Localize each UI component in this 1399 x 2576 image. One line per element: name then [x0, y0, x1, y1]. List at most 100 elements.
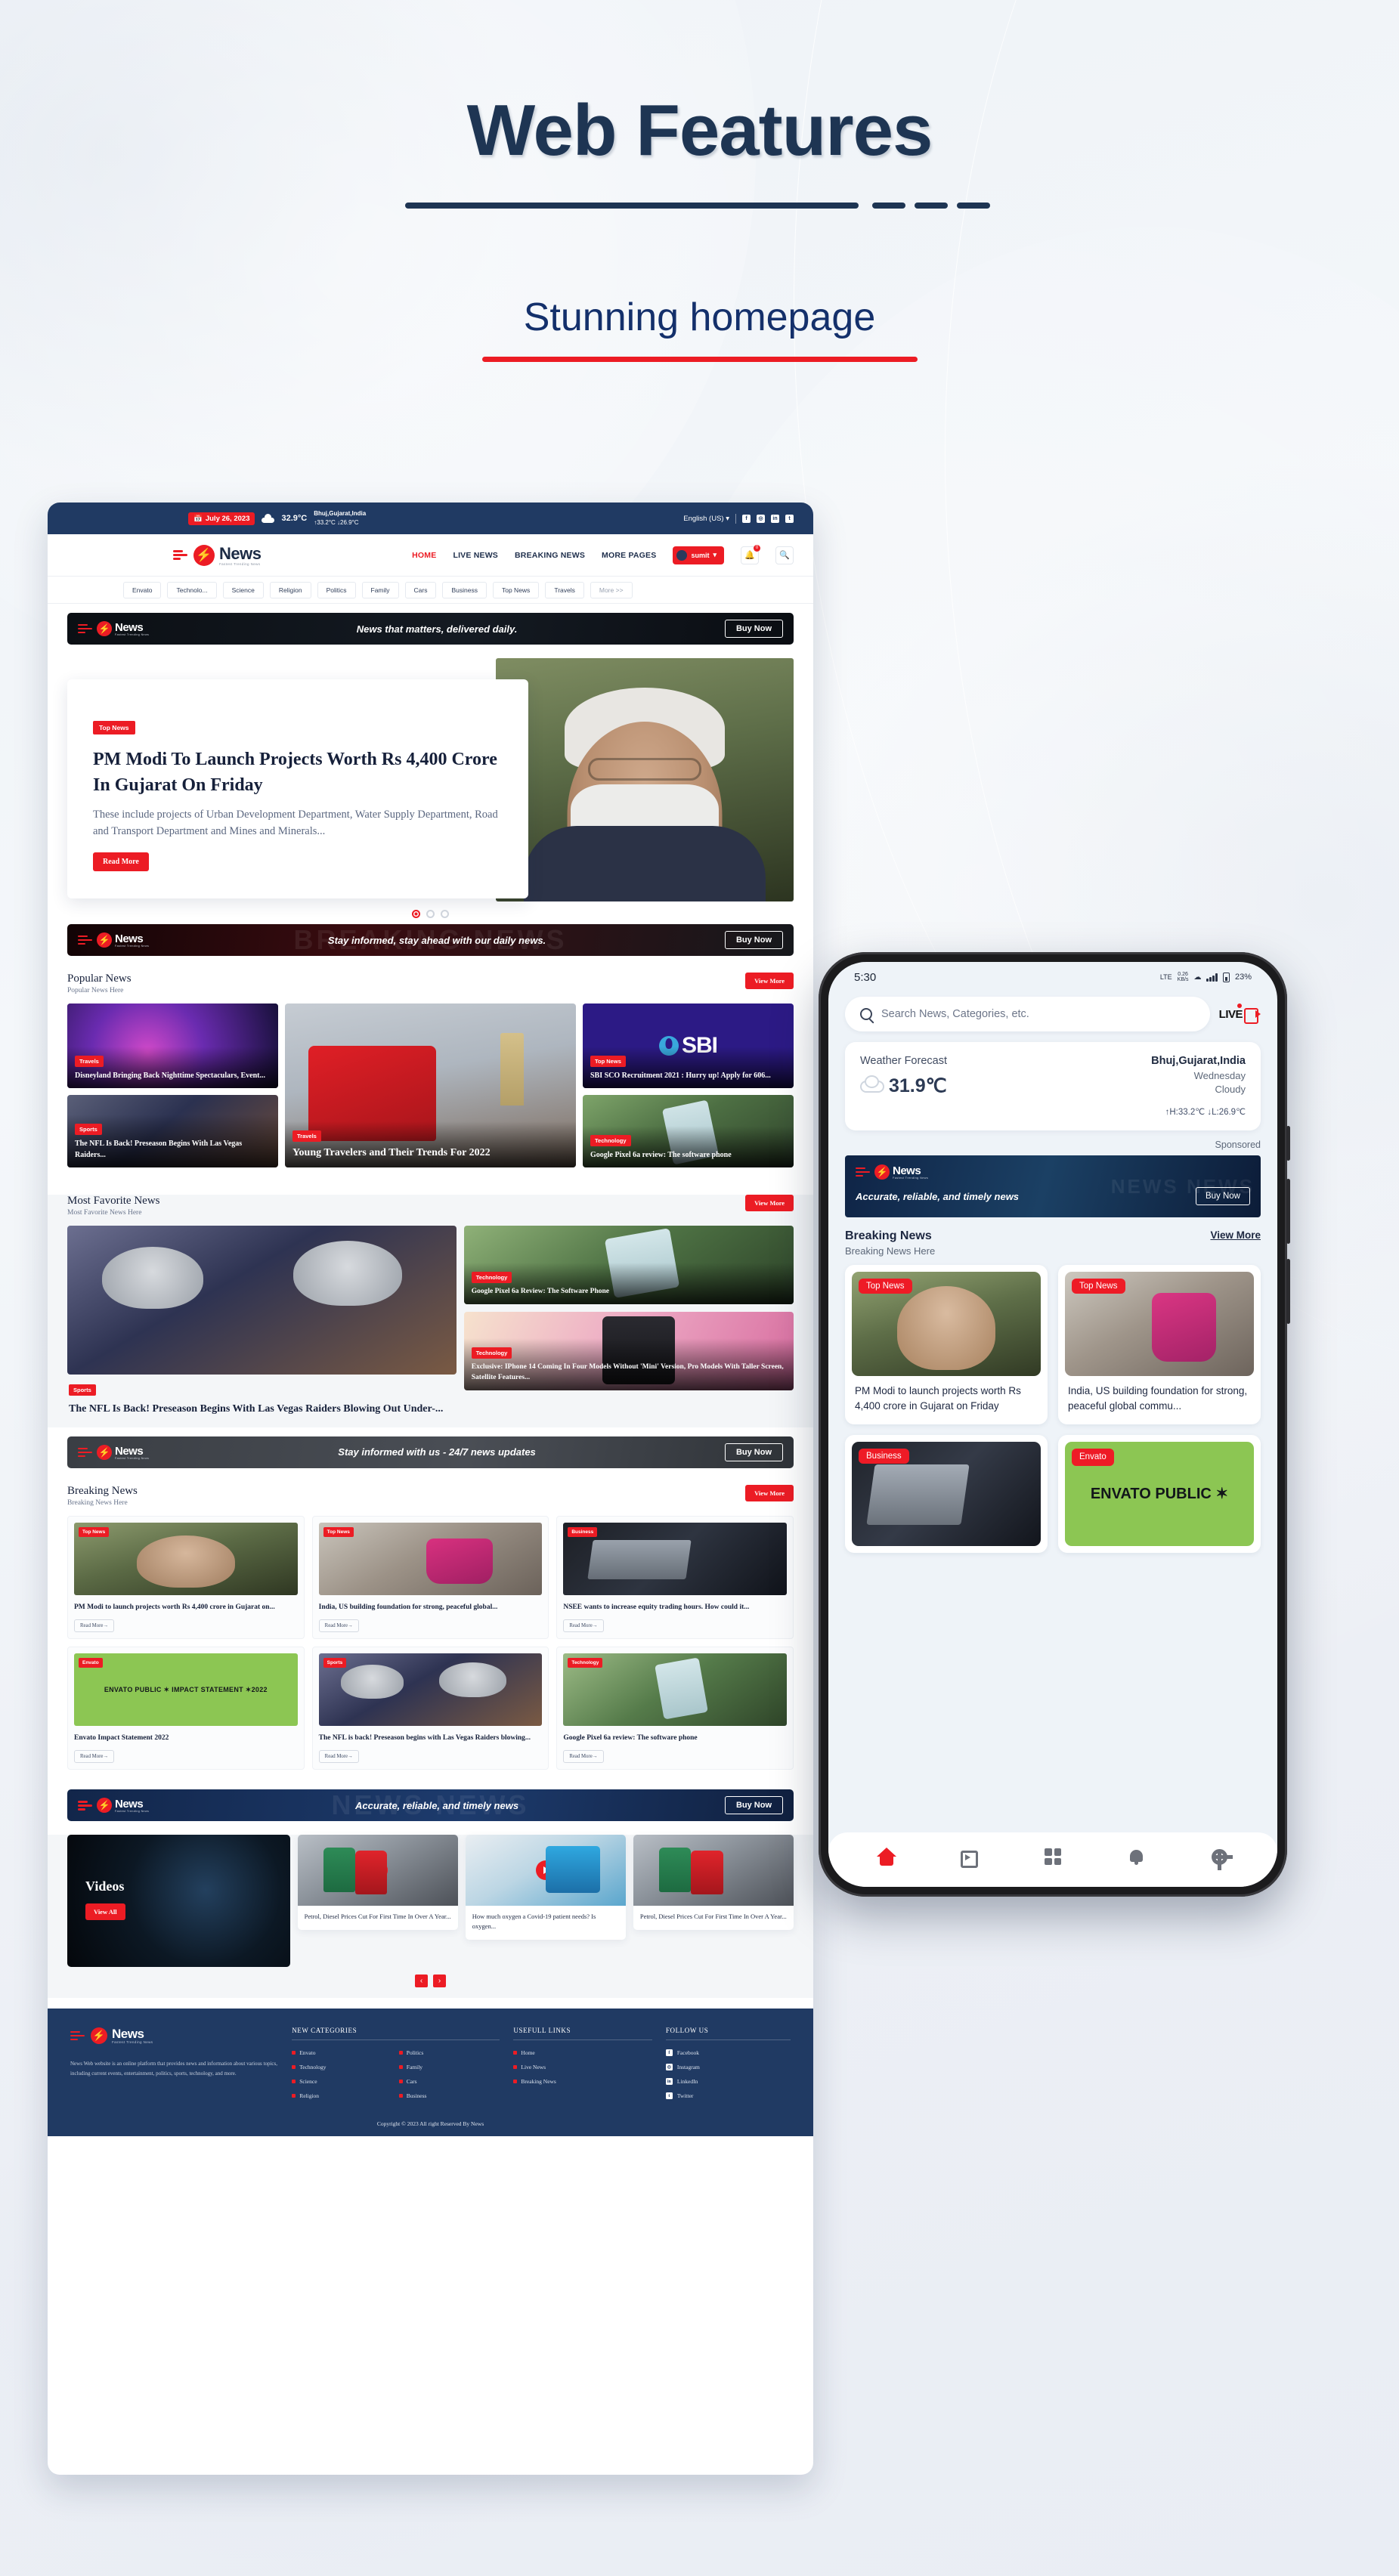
slider-dot-2[interactable] — [426, 910, 435, 918]
category-technology[interactable]: Technolo... — [167, 581, 217, 598]
video-card-1[interactable]: Petrol, Diesel Prices Cut For First Time… — [297, 1835, 458, 1931]
buy-now-button-4[interactable]: Buy Now — [724, 1796, 783, 1815]
notifications-button[interactable]: 🔔 0 — [741, 544, 760, 564]
favorite-view-more-button[interactable]: View More — [745, 1195, 794, 1211]
phone-buy-now-button[interactable]: Buy Now — [1195, 1187, 1250, 1205]
footer-social-linkedin[interactable]: in LinkedIn — [665, 2078, 791, 2086]
carousel-prev-button[interactable]: ‹ — [415, 1975, 428, 1988]
category-business[interactable]: Business — [442, 581, 487, 598]
favorite-main-card[interactable]: Sports The NFL Is Back! Preseason Begins… — [67, 1226, 457, 1417]
read-more-button[interactable]: Read More→ — [318, 1619, 359, 1633]
popular-card-travelers[interactable]: Travels Young Travelers and Their Trends… — [284, 1003, 576, 1167]
breaking-card-envato[interactable]: Envato ENVATO PUBLIC ✶ IMPACT STATEMENT … — [67, 1647, 305, 1770]
footer-social-facebook[interactable]: f Facebook — [665, 2049, 791, 2057]
popular-card-sbi[interactable]: SBI Top News SBI SCO Recruitment 2021 : … — [583, 1003, 794, 1088]
buy-now-button-2[interactable]: Buy Now — [724, 931, 783, 949]
phone-button-volume[interactable] — [1286, 1179, 1290, 1244]
footer-social-twitter[interactable]: t Twitter — [665, 2092, 791, 2100]
play-icon[interactable] — [367, 1860, 388, 1881]
live-button[interactable]: LIVE — [1219, 1003, 1261, 1024]
favorite-side-card-pixel[interactable]: Technology Google Pixel 6a Review: The S… — [463, 1226, 794, 1304]
category-religion[interactable]: Religion — [269, 581, 311, 598]
site-logo[interactable]: ⚡ News Fastest Trending News — [173, 544, 262, 566]
carousel-next-button[interactable]: › — [433, 1975, 446, 1988]
facebook-icon[interactable]: f — [742, 514, 751, 523]
play-icon[interactable] — [703, 1860, 723, 1881]
category-cars[interactable]: Cars — [404, 581, 437, 598]
phone-card-envato[interactable]: Envato ENVATO PUBLIC ✶ — [1058, 1435, 1261, 1554]
category-travels[interactable]: Travels — [545, 581, 584, 598]
slider-dot-3[interactable] — [441, 910, 449, 918]
breaking-card-india-us[interactable]: Top News India, US building foundation f… — [311, 1515, 549, 1640]
category-politics[interactable]: Politics — [317, 581, 356, 598]
category-envato[interactable]: Envato — [123, 581, 162, 598]
popular-card-pixel[interactable]: Technology Google Pixel 6a review: The s… — [583, 1095, 794, 1167]
footer-link-breaking-news[interactable]: Breaking News — [513, 2078, 652, 2085]
phone-card-modi[interactable]: Top News PM Modi to launch projects wort… — [845, 1265, 1048, 1425]
user-menu-button[interactable]: sumit ▾ — [673, 546, 724, 564]
gear-icon[interactable] — [1209, 1847, 1233, 1870]
breaking-card-pixel[interactable]: Technology Google Pixel 6a review: The s… — [556, 1647, 794, 1770]
popular-card-nfl[interactable]: Sports The NFL Is Back! Preseason Begins… — [67, 1095, 278, 1167]
ad-banner-3[interactable]: ⚡ News Fastest Trending News Stay inform… — [67, 1436, 794, 1468]
read-more-button[interactable]: Read More→ — [74, 1750, 115, 1764]
footer-link-science[interactable]: Science — [292, 2078, 393, 2085]
nav-home[interactable]: HOME — [412, 551, 436, 560]
read-more-button[interactable]: Read More→ — [74, 1619, 115, 1633]
nav-breaking-news[interactable]: BREAKING NEWS — [515, 551, 585, 560]
search-button[interactable]: 🔍 — [775, 546, 794, 564]
phone-view-more-link[interactable]: View More — [1210, 1229, 1261, 1241]
nav-more-pages[interactable]: MORE PAGES — [602, 551, 656, 560]
footer-link-family[interactable]: Family — [398, 2064, 500, 2070]
footer-social-instagram[interactable]: ◎ Instagram — [665, 2064, 791, 2071]
bell-icon[interactable] — [1126, 1847, 1146, 1866]
footer-link-religion[interactable]: Religion — [292, 2092, 393, 2099]
language-selector[interactable]: English (US) ▾ — [683, 515, 729, 523]
footer-link-politics[interactable]: Politics — [398, 2049, 500, 2056]
read-more-button[interactable]: Read More→ — [318, 1750, 359, 1764]
breaking-card-modi[interactable]: Top News PM Modi to launch projects wort… — [67, 1515, 305, 1640]
footer-link-home[interactable]: Home — [513, 2049, 652, 2056]
nav-live-news[interactable]: LIVE NEWS — [453, 551, 498, 560]
grid-icon[interactable] — [1043, 1847, 1063, 1866]
footer-link-business[interactable]: Business — [398, 2092, 500, 2099]
footer-link-cars[interactable]: Cars — [398, 2078, 500, 2085]
instagram-icon[interactable]: ◎ — [757, 514, 765, 523]
play-icon[interactable] — [535, 1860, 556, 1881]
phone-ad-banner[interactable]: NEWS NEWS ⚡ News Fastest Trending News A… — [845, 1155, 1261, 1217]
read-more-button[interactable]: Read More→ — [563, 1619, 604, 1633]
favorite-side-card-iphone[interactable]: Technology Exclusive: IPhone 14 Coming I… — [463, 1312, 794, 1390]
buy-now-button-3[interactable]: Buy Now — [724, 1443, 783, 1461]
hero-read-more-button[interactable]: Read More — [93, 852, 149, 871]
video-card-3[interactable]: Petrol, Diesel Prices Cut For First Time… — [633, 1835, 794, 1931]
popular-card-disneyland[interactable]: Travels Disneyland Bringing Back Nightti… — [67, 1003, 278, 1088]
slider-dot-1[interactable] — [412, 910, 420, 918]
footer-link-live-news[interactable]: Live News — [513, 2064, 652, 2070]
phone-card-india-us[interactable]: Top News India, US building foundation f… — [1058, 1265, 1261, 1425]
phone-button-silent[interactable] — [1286, 1126, 1290, 1161]
videos-view-all-button[interactable]: View All — [85, 1903, 125, 1921]
ad-banner-1[interactable]: ⚡ News Fastest Trending News News that m… — [67, 613, 794, 645]
read-more-button[interactable]: Read More→ — [563, 1750, 604, 1764]
home-icon[interactable] — [877, 1847, 896, 1866]
video-card-2[interactable]: How much oxygen a Covid-19 patient needs… — [465, 1835, 626, 1940]
phone-button-power[interactable] — [1286, 1259, 1290, 1324]
search-input[interactable]: Search News, Categories, etc. — [845, 997, 1210, 1031]
linkedin-icon[interactable]: in — [771, 514, 779, 523]
video-library-icon[interactable] — [960, 1847, 980, 1868]
twitter-icon[interactable]: t — [785, 514, 794, 523]
footer-link-technology[interactable]: Technology — [292, 2064, 393, 2070]
category-family[interactable]: Family — [361, 581, 399, 598]
phone-card-business[interactable]: Business — [845, 1435, 1048, 1554]
category-science[interactable]: Science — [222, 581, 264, 598]
buy-now-button-1[interactable]: Buy Now — [724, 620, 783, 638]
category-top-news[interactable]: Top News — [492, 581, 540, 598]
category-more[interactable]: More >> — [590, 581, 633, 598]
popular-view-more-button[interactable]: View More — [745, 973, 794, 989]
footer-link-envato[interactable]: Envato — [292, 2049, 393, 2056]
breaking-card-nsee[interactable]: Business NSEE wants to increase equity t… — [556, 1515, 794, 1640]
ad-banner-2[interactable]: BREAKING NEWS ⚡ News Fastest Trending Ne… — [67, 924, 794, 956]
breaking-card-nfl[interactable]: Sports The NFL is back! Preseason begins… — [311, 1647, 549, 1770]
ad-banner-4[interactable]: NEWS NEWS ⚡ News Fastest Trending News A… — [67, 1789, 794, 1822]
breaking-view-more-button[interactable]: View More — [745, 1484, 794, 1501]
